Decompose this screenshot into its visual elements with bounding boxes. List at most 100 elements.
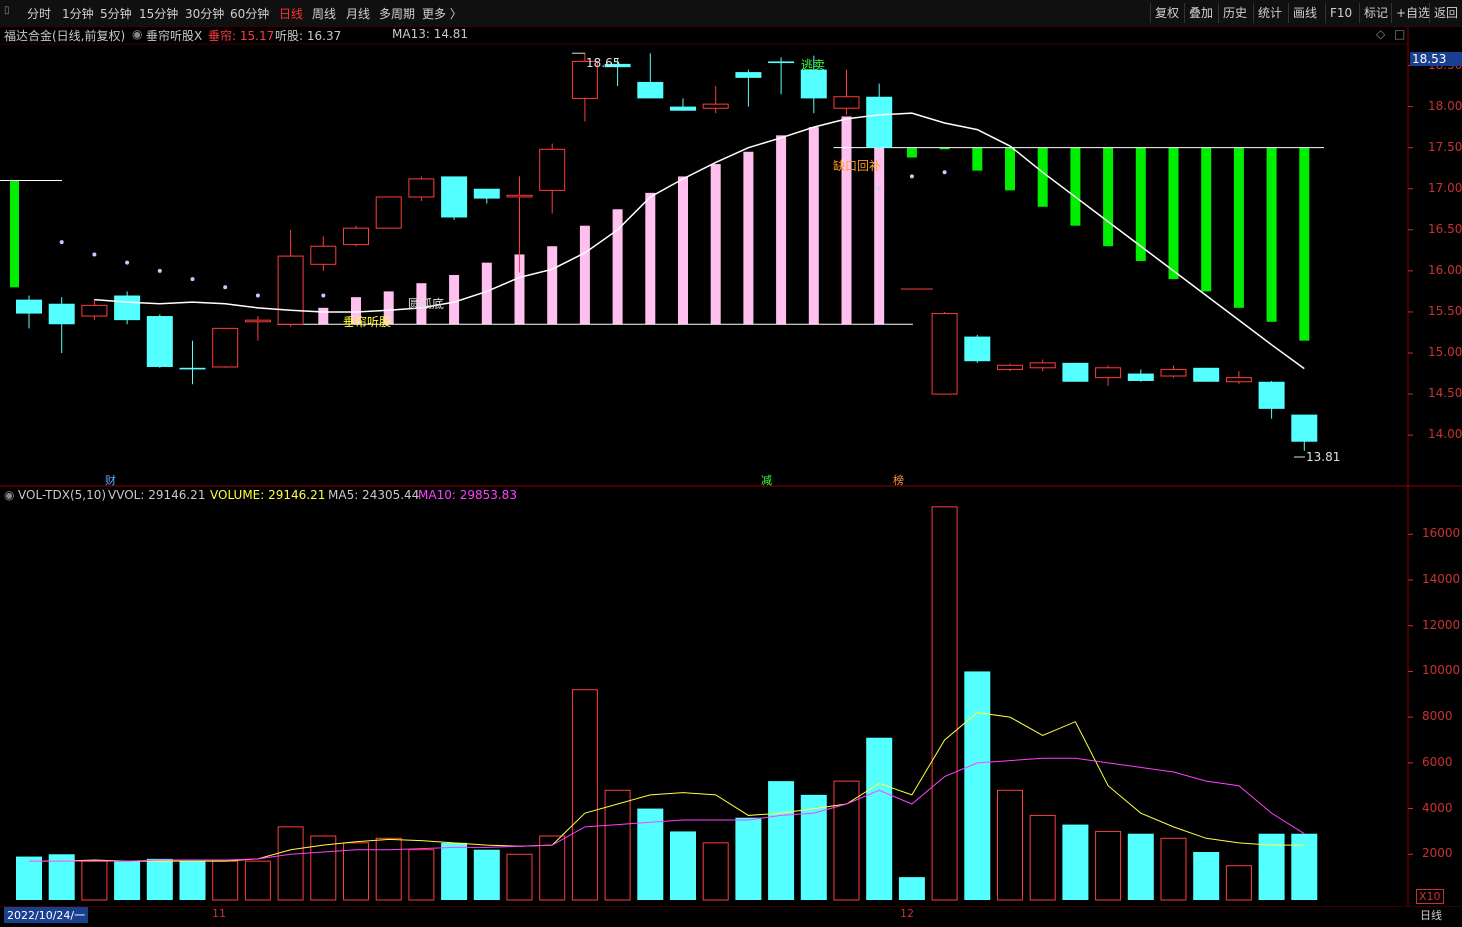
toolbar-button[interactable]: 历史 [1218, 3, 1251, 23]
candle-body [375, 196, 402, 229]
period-tab[interactable]: 30分钟 [185, 5, 224, 22]
ma13-value: MA13: 14.81 [392, 27, 469, 41]
indicator-toggle-icon[interactable]: ◉ [132, 27, 142, 41]
marker-bang[interactable]: 榜 [893, 472, 904, 488]
volume-bar [81, 860, 108, 901]
pink-bar [874, 113, 885, 325]
indicator-name[interactable]: 垂帘听股X [146, 27, 202, 44]
stock-name: 福达合金(日线,前复权) [4, 29, 126, 43]
toolbar-button[interactable]: 复权 [1150, 3, 1183, 23]
candle-body [866, 96, 893, 148]
stock-chart[interactable] [0, 0, 1462, 926]
month-12: 12 [900, 907, 914, 920]
month-11: 11 [212, 907, 226, 920]
price-tick-label: 18.00 [1428, 98, 1462, 113]
vvol-value: VVOL: 29146.21 [108, 488, 206, 502]
signal-dot [877, 186, 882, 191]
period-tab[interactable]: 日线 [279, 5, 303, 22]
period-tab[interactable]: 月线 [346, 5, 370, 22]
toolbar-button[interactable]: 标记 [1359, 3, 1392, 23]
volume-bar [375, 837, 402, 901]
toolbar-button[interactable]: 统计 [1253, 3, 1286, 23]
drop-value: 垂帘: 15.17 [208, 29, 275, 43]
volume-bar [212, 860, 239, 901]
volume-bar [1127, 833, 1154, 900]
vol-tick-label: 6000 [1422, 754, 1453, 769]
candle-body [1127, 373, 1154, 381]
volume-value: VOLUME: 29146.21 [210, 488, 326, 502]
signal-dot [59, 240, 64, 245]
ma10-value: MA10: 29853.83 [418, 488, 517, 502]
volume-bar [1095, 830, 1122, 901]
candle-body [146, 316, 173, 367]
pink-bar [579, 225, 590, 325]
cursor-date: 2022/10/24/一 [4, 907, 89, 923]
period-tab[interactable]: 5分钟 [100, 5, 132, 22]
candle-body [343, 227, 369, 246]
volume-bar [931, 506, 958, 901]
vol-toggle-icon[interactable]: ◉ [4, 488, 14, 502]
pink-bar [710, 164, 721, 325]
volume-bar [637, 808, 664, 900]
signal-dot [125, 260, 130, 265]
pink-bar [514, 254, 525, 325]
green-bar [1005, 147, 1015, 191]
volume-bar [964, 671, 991, 900]
period-tab[interactable]: 更多 〉 [422, 5, 462, 22]
period-tab[interactable]: 周线 [312, 5, 336, 22]
green-bar [1070, 147, 1081, 226]
period-indicator[interactable]: 日线 [1420, 907, 1442, 923]
candle-body [408, 178, 435, 198]
toolbar-button[interactable]: 画线 [1288, 3, 1321, 23]
pink-bar [449, 274, 460, 325]
vol-unit: X10 [1416, 889, 1444, 904]
toolbar-button[interactable]: 叠加 [1184, 3, 1217, 23]
volume-bar [1193, 852, 1220, 900]
price-tick-label: 17.50 [1428, 139, 1462, 154]
period-tab[interactable]: 15分钟 [139, 5, 178, 22]
pink-bar [547, 246, 558, 325]
volume-bar [539, 835, 566, 901]
toolbar-button[interactable]: F10 [1325, 3, 1356, 23]
candle-body [1160, 368, 1187, 377]
candle-body [539, 148, 566, 191]
curtain-label: 垂帘听股 [343, 315, 392, 329]
volume-bar [179, 861, 206, 900]
vol-tick-label: 2000 [1422, 846, 1453, 861]
period-tab[interactable]: 1分钟 [62, 5, 94, 22]
collapse-icon[interactable]: ▯ [4, 5, 10, 16]
vol-ma5-line [29, 712, 1305, 862]
period-tab[interactable]: 分时 [27, 5, 51, 22]
toolbar-button[interactable]: +自选 [1391, 3, 1434, 23]
candle-body [931, 313, 958, 395]
candle-body [277, 255, 304, 325]
volume-bar [833, 780, 860, 901]
pink-bar [841, 116, 852, 325]
volume-bar [1062, 824, 1089, 900]
volume-bar [1291, 833, 1318, 900]
candle-body [702, 103, 729, 109]
volume-bar [866, 737, 893, 900]
vol-tick-label: 14000 [1422, 572, 1461, 586]
green-bar [10, 180, 19, 288]
marker-jian[interactable]: 减 [761, 472, 772, 488]
volume-bar [146, 858, 173, 900]
high-label: 18.65 [586, 56, 621, 70]
vol-indicator-name[interactable]: VOL-TDX(5,10) [18, 488, 106, 502]
signal-dot [321, 293, 326, 298]
volume-bar [1160, 837, 1187, 901]
price-tick-label: 14.50 [1428, 386, 1462, 401]
diamond-icon[interactable]: ◇ [1376, 27, 1385, 41]
volume-bar [343, 842, 369, 901]
expand-icon[interactable]: □ [1394, 27, 1405, 41]
period-tab[interactable]: 多周期 [379, 5, 415, 22]
period-tab[interactable]: 60分钟 [230, 5, 269, 22]
volume-bar [244, 860, 271, 901]
candle-body [48, 303, 75, 325]
marker-cai[interactable]: 财 [105, 472, 116, 488]
candle-body [1062, 362, 1089, 382]
signal-dot [942, 170, 947, 175]
pink-bar [808, 127, 819, 325]
volume-bar [768, 781, 795, 900]
toolbar-button[interactable]: 返回 [1429, 3, 1462, 23]
